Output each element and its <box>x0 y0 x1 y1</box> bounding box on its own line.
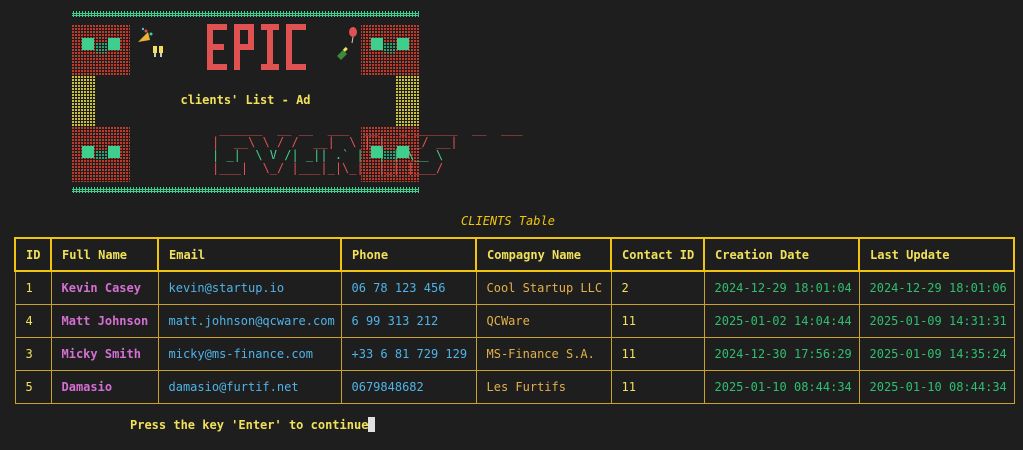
ascii-line-3: | _| \ V /| _|| .` | | | \__ \ <box>212 148 444 162</box>
balloon-icon <box>349 27 357 44</box>
cell-contact-id: 11 <box>610 337 705 371</box>
cell-id: 4 <box>14 304 52 338</box>
cell-last-update: 2025-01-09 14:31:31 <box>858 304 1015 338</box>
epic-banner: clients' List - Ad ______ __ __ ___ __ _… <box>72 10 523 194</box>
column-header-creation-date: Creation Date <box>703 237 860 272</box>
ascii-line-1: ______ __ __ ___ __ _ ______ __ ___ <box>212 122 530 136</box>
champagne-bottle-icon <box>337 46 348 60</box>
cell-full-name: Damasio <box>50 370 159 404</box>
column-header-full-name: Full Name <box>50 237 159 272</box>
table-row: 1 Kevin Casey kevin@startup.io 06 78 123… <box>14 270 1015 305</box>
prompt-text: Press the key 'Enter' to continue <box>130 418 369 432</box>
cell-company-name: MS-Finance S.A. <box>475 337 612 371</box>
cell-company-name: Les Furtifs <box>475 370 612 404</box>
table-header-row: ID Full Name Email Phone Compagny Name C… <box>14 237 1015 272</box>
cell-creation-date: 2024-12-30 17:56:29 <box>703 337 860 371</box>
table-row: 4 Matt Johnson matt.johnson@qcware.com 6… <box>14 304 1015 338</box>
cell-last-update: 2024-12-29 18:01:06 <box>858 270 1015 305</box>
cell-phone: 06 78 123 456 <box>340 270 477 305</box>
cell-id: 1 <box>14 270 52 305</box>
cell-email: kevin@startup.io <box>157 270 342 305</box>
continue-prompt[interactable]: Press the key 'Enter' to continue <box>130 417 376 432</box>
cell-phone: +33 6 81 729 129 <box>340 337 477 371</box>
cell-full-name: Micky Smith <box>50 337 159 371</box>
column-header-last-update: Last Update <box>858 237 1015 272</box>
table-row: 5 Damasio damasio@furtif.net 0679848682 … <box>14 370 1015 404</box>
cell-creation-date: 2025-01-02 14:04:44 <box>703 304 860 338</box>
cell-contact-id: 2 <box>610 270 705 305</box>
column-header-company-name: Compagny Name <box>475 237 612 272</box>
clients-table: ID Full Name Email Phone Compagny Name C… <box>14 237 1015 404</box>
cell-creation-date: 2025-01-10 08:44:34 <box>703 370 860 404</box>
cell-company-name: QCWare <box>475 304 612 338</box>
cell-last-update: 2025-01-09 14:35:24 <box>858 337 1015 371</box>
column-header-phone: Phone <box>340 237 477 272</box>
clinking-glasses-icon <box>153 46 163 57</box>
banner-subtitle: clients' List - Ad <box>180 93 311 107</box>
cell-full-name: Kevin Casey <box>50 270 159 305</box>
ascii-line-2: | __\ \ / / __| \ | |_ _/ __| <box>212 135 458 149</box>
cell-id: 3 <box>14 337 52 371</box>
cell-last-update: 2025-01-10 08:44:34 <box>858 370 1015 404</box>
cell-contact-id: 11 <box>610 304 705 338</box>
ascii-events-art: ______ __ __ ___ __ _ ______ __ ___ | __… <box>212 123 530 175</box>
cell-full-name: Matt Johnson <box>50 304 159 338</box>
ascii-line-4: |___| \_/ |___|_|\_| |_| |___/ <box>212 161 444 175</box>
column-header-contact-id: Contact ID <box>610 237 705 272</box>
cell-email: micky@ms-finance.com <box>157 337 342 371</box>
cell-id: 5 <box>14 370 52 404</box>
column-header-id: ID <box>14 237 52 272</box>
table-row: 3 Micky Smith micky@ms-finance.com +33 6… <box>14 337 1015 371</box>
cell-phone: 0679848682 <box>340 370 477 404</box>
cell-contact-id: 11 <box>610 370 705 404</box>
party-popper-icon <box>138 27 153 42</box>
cell-email: damasio@furtif.net <box>157 370 342 404</box>
table-title: CLIENTS Table <box>461 214 555 228</box>
cell-email: matt.johnson@qcware.com <box>157 304 342 338</box>
text-cursor <box>368 417 376 432</box>
epic-title <box>207 24 306 70</box>
cell-company-name: Cool Startup LLC <box>475 270 612 305</box>
cell-creation-date: 2024-12-29 18:01:04 <box>703 270 860 305</box>
cell-phone: 6 99 313 212 <box>340 304 477 338</box>
column-header-email: Email <box>157 237 342 272</box>
